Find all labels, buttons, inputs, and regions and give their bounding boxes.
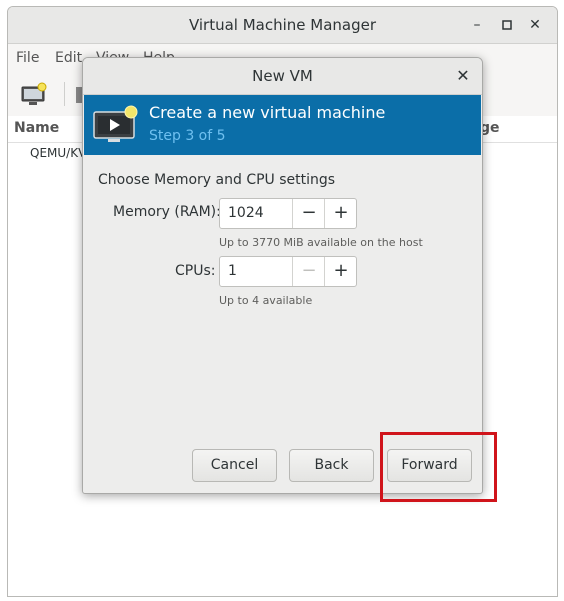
section-heading: Choose Memory and CPU settings <box>98 172 336 188</box>
cpus-hint: Up to 4 available <box>219 294 313 307</box>
cpus-input[interactable]: 1 <box>228 263 237 279</box>
banner-title: Create a new virtual machine <box>149 103 386 122</box>
back-button[interactable]: Back <box>289 449 374 482</box>
banner-step: Step 3 of 5 <box>149 128 226 144</box>
forward-highlight-box <box>380 432 497 502</box>
vm-screen-icon <box>92 104 140 150</box>
wizard-banner: Create a new virtual machine Step 3 of 5 <box>84 95 481 155</box>
connection-row[interactable]: QEMU/KV <box>30 146 86 160</box>
maximize-icon[interactable] <box>498 16 516 34</box>
memory-decrease-button[interactable]: − <box>292 199 325 228</box>
cancel-button[interactable]: Cancel <box>192 449 277 482</box>
cpus-label: CPUs: <box>175 263 216 279</box>
cpus-spinbox: 1 − + <box>219 256 357 287</box>
column-name[interactable]: Name <box>14 120 59 136</box>
dialog-titlebar: New VM ✕ <box>83 58 482 95</box>
toolbar-separator <box>64 82 65 106</box>
minimize-icon[interactable]: – <box>468 16 486 34</box>
cpus-decrease-button[interactable]: − <box>292 257 325 286</box>
memory-label: Memory (RAM): <box>113 204 221 220</box>
cpus-increase-button[interactable]: + <box>324 257 357 286</box>
memory-hint: Up to 3770 MiB available on the host <box>219 236 423 249</box>
memory-input[interactable]: 1024 <box>228 205 264 221</box>
memory-spinbox: 1024 − + <box>219 198 357 229</box>
new-vm-dialog: New VM ✕ Create a new virtual machine St… <box>82 57 483 494</box>
main-titlebar: Virtual Machine Manager – ✕ <box>8 7 557 44</box>
memory-increase-button[interactable]: + <box>324 199 357 228</box>
close-icon[interactable]: ✕ <box>454 67 472 85</box>
menu-edit[interactable]: Edit <box>55 50 82 66</box>
new-vm-toolbar-icon[interactable] <box>20 82 48 112</box>
close-window-icon[interactable]: ✕ <box>526 16 544 34</box>
menu-file[interactable]: File <box>16 50 39 66</box>
dialog-title: New VM <box>252 67 313 85</box>
